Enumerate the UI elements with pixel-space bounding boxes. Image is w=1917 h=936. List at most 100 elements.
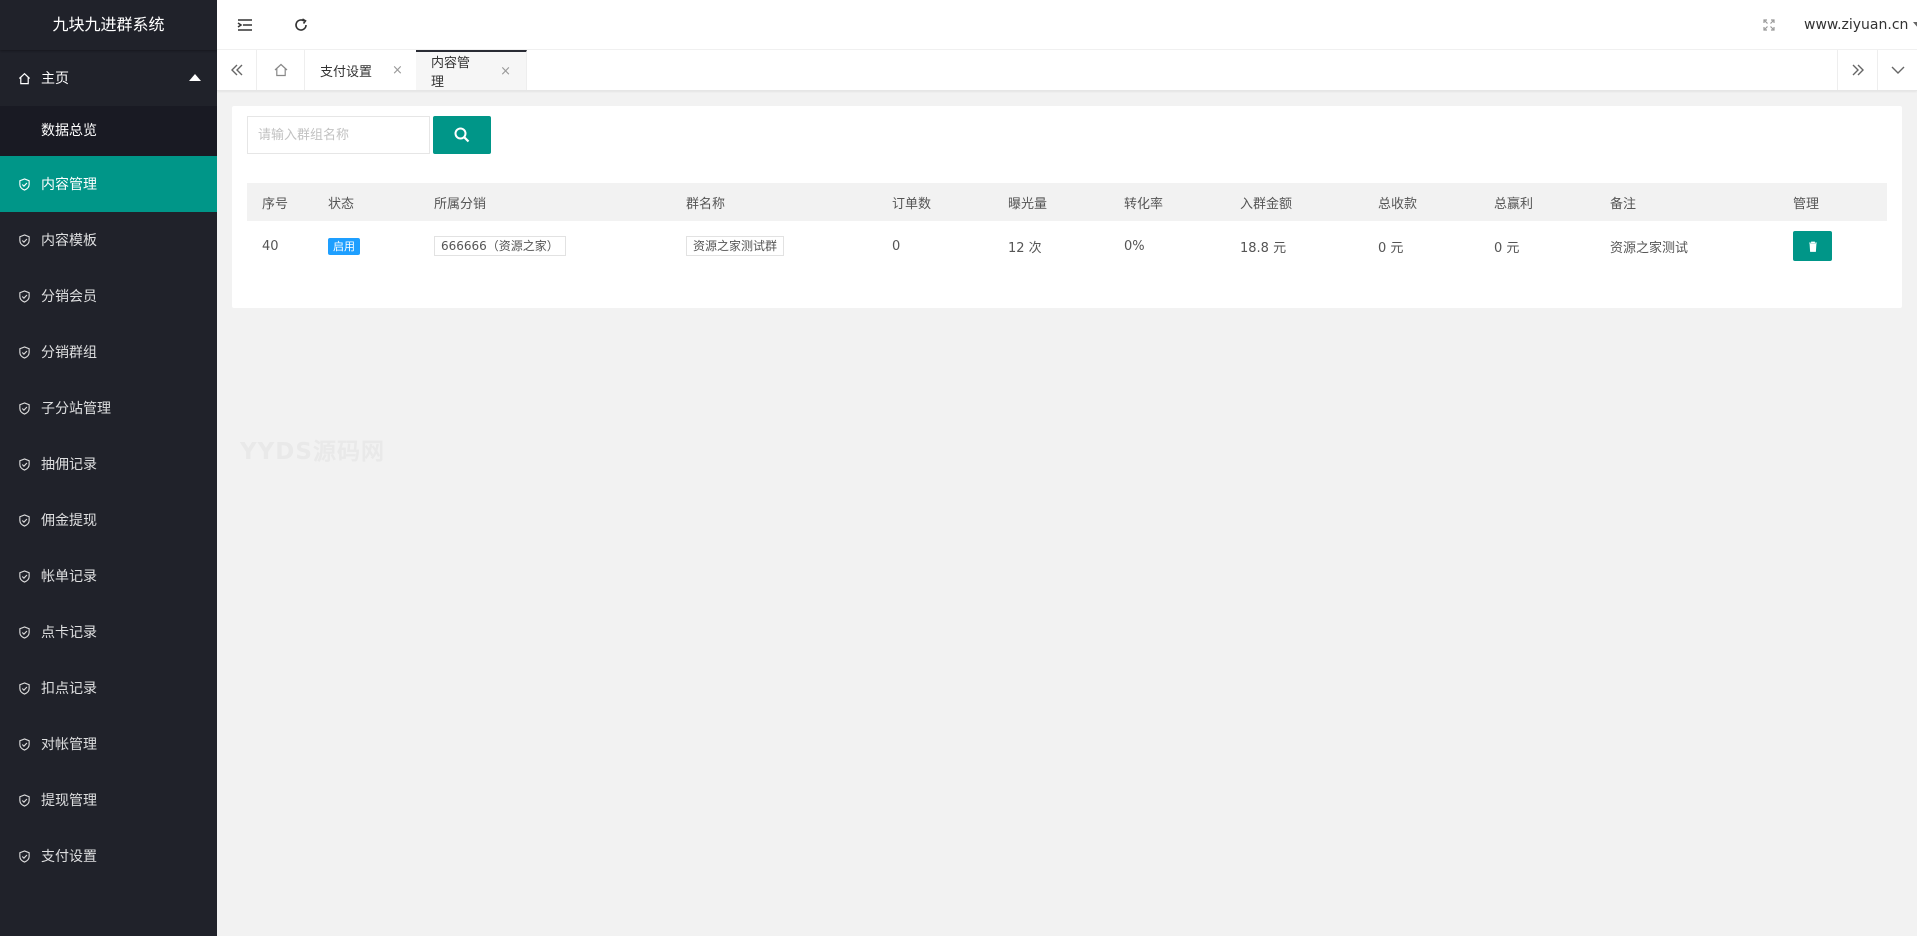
cell-distributor: 666666（资源之家） [419, 221, 671, 271]
watermark: YYDS源码网 [240, 439, 385, 465]
column-header: 总收款 [1378, 196, 1418, 212]
shield-check-icon [18, 177, 31, 191]
sidebar-item-commission-withdrawal[interactable]: 佣金提现 [0, 492, 217, 548]
sidebar-item-commission-records[interactable]: 抽佣记录 [0, 436, 217, 492]
column-header: 管理 [1793, 196, 1820, 212]
sidebar-item-label: 子分站管理 [41, 401, 111, 417]
cell-status: 启用 [313, 221, 419, 271]
fullscreen-button[interactable] [1749, 0, 1789, 50]
close-icon[interactable]: × [392, 63, 403, 78]
sidebar-item-label: 对帐管理 [41, 737, 97, 753]
search-button[interactable] [433, 116, 491, 154]
chevron-down-icon [1891, 66, 1904, 74]
table-row: 40 启用 666666（资源之家） 资源之家测试群 0 12 次 0% 18.… [247, 221, 1887, 271]
sidebar-item-deduction-records[interactable]: 扣点记录 [0, 660, 217, 716]
sidebar-item-payment-settings[interactable]: 支付设置 [0, 828, 217, 884]
shield-check-icon [18, 625, 31, 639]
sidebar-item-point-card-records[interactable]: 点卡记录 [0, 604, 217, 660]
close-icon[interactable]: × [500, 64, 511, 79]
trash-icon [1808, 241, 1817, 252]
sidebar-item-label: 抽佣记录 [41, 457, 97, 473]
sidebar: 九块九进群系统 主页 数据总览 内容管理 内容模板 分销会员 分销群组 子分站管… [0, 0, 217, 936]
group-name-tag: 资源之家测试群 [686, 236, 785, 256]
cell-total-received: 0 元 [1378, 240, 1404, 256]
caret-down-icon [1913, 21, 1917, 29]
distributor-tag: 666666（资源之家） [434, 236, 566, 256]
column-header: 曝光量 [1008, 196, 1048, 212]
sidebar-item-label: 分销群组 [41, 345, 97, 361]
shield-check-icon [18, 569, 31, 583]
tab-bar: 支付设置 × 内容管理 × [217, 50, 1917, 91]
column-header: 所属分销 [434, 196, 487, 212]
shield-check-icon [18, 513, 31, 527]
sidebar-item-label: 佣金提现 [41, 513, 97, 529]
sidebar-item-label: 内容管理 [41, 177, 97, 193]
content-table: 序号 状态 所属分销 群名称 订单数 曝光量 转化率 入群金额 总收款 总赢利 … [247, 183, 1887, 271]
cell-actions [1778, 221, 1887, 271]
cell-group-name: 资源之家测试群 [671, 221, 877, 271]
caret-up-icon [189, 74, 201, 81]
double-chevron-right-icon [1852, 64, 1864, 76]
tab-content-management[interactable]: 内容管理 × [416, 50, 527, 90]
top-header: www.ziyuan.cn [217, 0, 1917, 50]
content-card: 序号 状态 所属分销 群名称 订单数 曝光量 转化率 入群金额 总收款 总赢利 … [232, 106, 1902, 308]
sidebar-item-distribution-groups[interactable]: 分销群组 [0, 324, 217, 380]
sidebar-item-label: 支付设置 [41, 849, 97, 865]
shield-check-icon [18, 345, 31, 359]
status-badge: 启用 [328, 237, 360, 255]
refresh-icon [295, 18, 307, 31]
sidebar-item-home[interactable]: 主页 [0, 50, 217, 106]
sidebar-item-content-template[interactable]: 内容模板 [0, 212, 217, 268]
column-header: 备注 [1610, 196, 1637, 212]
sidebar-item-label: 提现管理 [41, 793, 97, 809]
table-header-row: 序号 状态 所属分销 群名称 订单数 曝光量 转化率 入群金额 总收款 总赢利 … [247, 183, 1887, 221]
column-header: 转化率 [1124, 196, 1164, 212]
home-icon [18, 72, 31, 85]
tab-label: 内容管理 [431, 56, 471, 90]
home-icon [274, 63, 287, 77]
user-menu[interactable]: www.ziyuan.cn [1804, 0, 1917, 50]
tab-label: 支付设置 [320, 64, 373, 80]
cell-entry-amount: 18.8 元 [1240, 240, 1287, 256]
tab-scroll-right-button[interactable] [1837, 50, 1877, 90]
cell-orders: 0 [892, 238, 901, 254]
sidebar-item-home-label: 主页 [41, 71, 69, 87]
search-icon [454, 127, 470, 143]
tab-payment-settings[interactable]: 支付设置 × [305, 50, 419, 90]
column-header: 状态 [328, 196, 355, 212]
column-header: 群名称 [686, 196, 726, 212]
sidebar-item-label: 点卡记录 [41, 625, 97, 641]
cell-conversion: 0% [1124, 238, 1145, 254]
app-logo-title: 九块九进群系统 [0, 0, 217, 50]
column-header: 订单数 [892, 196, 932, 212]
indent-icon [237, 19, 252, 31]
fullscreen-icon [1763, 19, 1775, 31]
cell-note: 资源之家测试 [1610, 240, 1689, 256]
tab-home[interactable] [257, 50, 305, 90]
sidebar-item-label: 扣点记录 [41, 681, 97, 697]
refresh-button[interactable] [273, 0, 329, 50]
sidebar-item-withdrawal-management[interactable]: 提现管理 [0, 772, 217, 828]
sidebar-item-bill-records[interactable]: 帐单记录 [0, 548, 217, 604]
sidebar-item-substation-management[interactable]: 子分站管理 [0, 380, 217, 436]
tab-scroll-left-button[interactable] [217, 50, 257, 90]
double-chevron-left-icon [230, 64, 242, 76]
sidebar-item-label: 帐单记录 [41, 569, 97, 585]
sidebar-item-distribution-members[interactable]: 分销会员 [0, 268, 217, 324]
tab-menu-button[interactable] [1877, 50, 1917, 90]
sidebar-item-reconciliation[interactable]: 对帐管理 [0, 716, 217, 772]
sidebar-subitem-data-overview[interactable]: 数据总览 [0, 106, 217, 156]
sidebar-item-content-management[interactable]: 内容管理 [0, 156, 217, 212]
user-name: www.ziyuan.cn [1804, 17, 1909, 33]
delete-button[interactable] [1793, 231, 1832, 261]
cell-exposure: 12 次 [1008, 240, 1042, 256]
shield-check-icon [18, 233, 31, 247]
menu-collapse-button[interactable] [217, 0, 273, 50]
sidebar-item-label: 内容模板 [41, 233, 97, 249]
search-input[interactable] [247, 116, 430, 154]
shield-check-icon [18, 737, 31, 751]
cell-id: 40 [262, 238, 279, 254]
shield-check-icon [18, 793, 31, 807]
column-header: 序号 [262, 196, 289, 212]
shield-check-icon [18, 457, 31, 471]
